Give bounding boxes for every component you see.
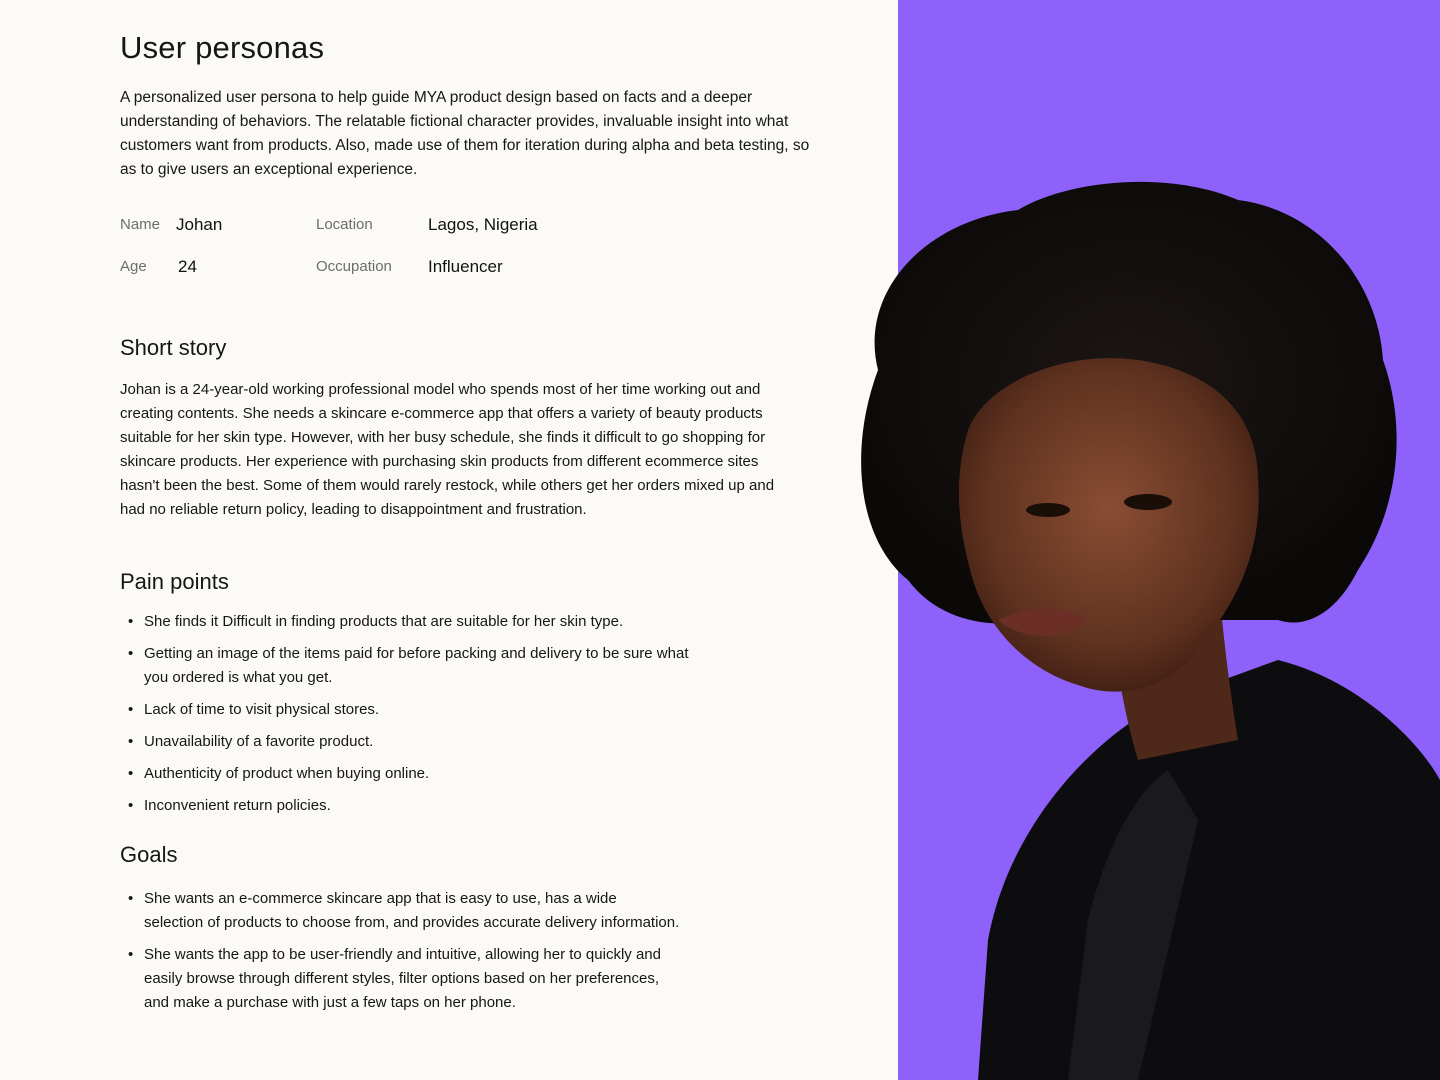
short-story-text: Johan is a 24-year-old working professio… xyxy=(120,381,775,518)
list-item-text: Unavailability of a favorite product. xyxy=(144,733,374,750)
bullet-icon: • xyxy=(128,733,134,750)
name-label: Name xyxy=(120,216,161,233)
list-item: • Inconvenient return policies. xyxy=(120,794,700,818)
bullet-icon: • xyxy=(128,946,134,963)
list-item: • She finds it Difficult in finding produ… xyxy=(120,610,700,634)
list-item: • She wants an e-commerce skincare app th… xyxy=(120,887,680,935)
list-item-text: Lack of time to visit physical stores. xyxy=(144,701,380,718)
short-story-heading: Short story xyxy=(120,335,227,360)
list-item: • Getting an image of the items paid for … xyxy=(120,642,700,690)
bullet-icon: • xyxy=(128,701,134,718)
pain-points-heading: Pain points xyxy=(120,569,229,594)
list-item: • Lack of time to visit physical stores. xyxy=(120,698,700,722)
list-item: • She wants the app to be user-friendly a… xyxy=(120,943,680,1015)
age-label: Age xyxy=(120,258,147,275)
name-value: Johan xyxy=(176,215,223,234)
bullet-icon: • xyxy=(128,645,134,662)
pain-points-list: • She finds it Difficult in finding produ… xyxy=(120,610,700,826)
occupation-label: Occupation xyxy=(316,258,392,275)
occupation-value: Influencer xyxy=(428,257,503,276)
bullet-icon: • xyxy=(128,765,134,782)
bullet-icon: • xyxy=(128,797,134,814)
list-item: • Authenticity of product when buying onl… xyxy=(120,762,700,786)
list-item-text: She wants an e-commerce skincare app tha… xyxy=(144,890,680,931)
bullet-icon: • xyxy=(128,890,134,907)
persona-portrait xyxy=(861,181,1440,1080)
goals-list: • She wants an e-commerce skincare app th… xyxy=(120,887,680,1023)
location-value: Lagos, Nigeria xyxy=(428,215,538,234)
list-item-text: Getting an image of the items paid for b… xyxy=(144,645,689,686)
list-item: • Unavailability of a favorite product. xyxy=(120,730,700,754)
age-value: 24 xyxy=(178,257,197,276)
list-item-text: She finds it Difficult in finding produc… xyxy=(144,613,624,630)
list-item-text: She wants the app to be user-friendly an… xyxy=(144,946,661,1011)
goals-heading: Goals xyxy=(120,842,178,867)
intro-paragraph: A personalized user persona to help guid… xyxy=(120,89,810,178)
location-label: Location xyxy=(316,216,373,233)
persona-photo-panel xyxy=(861,0,1440,1080)
list-item-text: Authenticity of product when buying onli… xyxy=(144,765,430,782)
bullet-icon: • xyxy=(128,613,134,630)
list-item-text: Inconvenient return policies. xyxy=(144,797,331,814)
page-title: User personas xyxy=(120,30,325,65)
